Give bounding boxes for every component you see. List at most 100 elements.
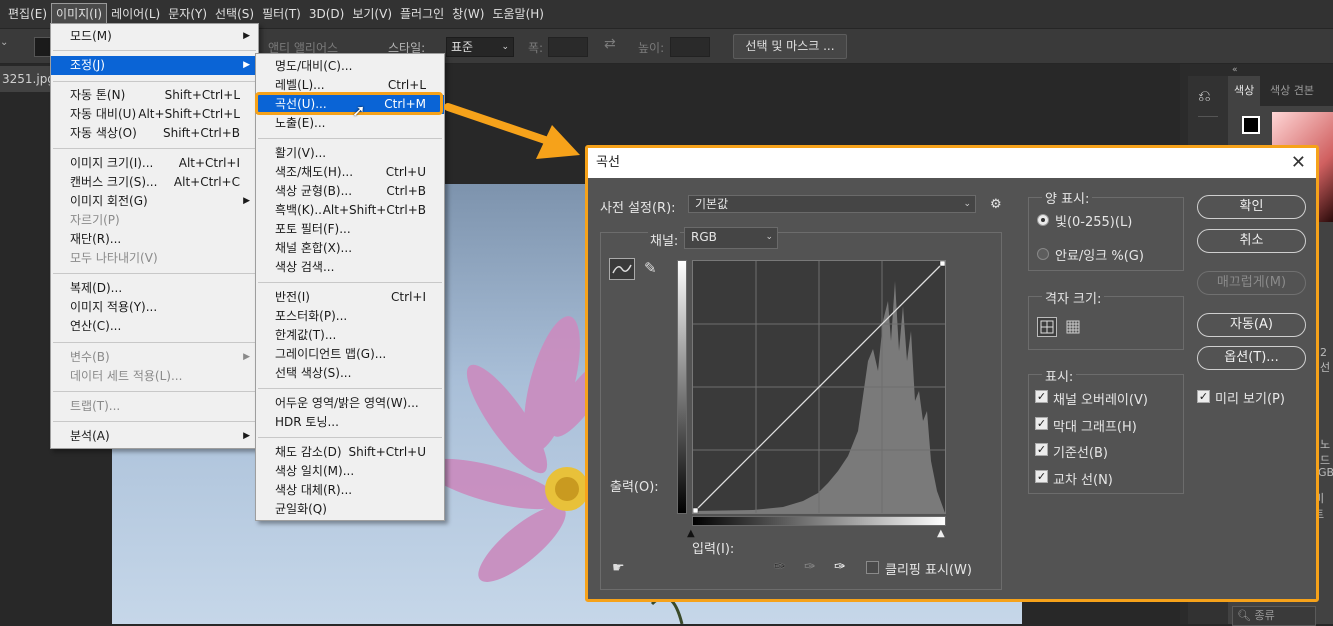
menu-item-adjustments[interactable]: 조정(J) ▶ bbox=[51, 56, 258, 75]
history-icon[interactable]: ⎌ bbox=[1198, 86, 1211, 106]
preview-label: 미리 보기(P) bbox=[1215, 392, 1285, 407]
menu-separator bbox=[258, 282, 442, 283]
menu-item-auto-contrast[interactable]: 자동 대비(U) Alt+Shift+Ctrl+L bbox=[51, 105, 258, 124]
preview-checkbox[interactable]: ✓ bbox=[1197, 390, 1210, 403]
menu-separator bbox=[53, 421, 256, 422]
menu-item-auto-tone[interactable]: 자동 톤(N) Shift+Ctrl+L bbox=[51, 86, 258, 105]
hand-adjust-tool-icon[interactable]: ☛ bbox=[612, 560, 625, 576]
menu-help[interactable]: 도움말(H) bbox=[488, 3, 548, 25]
black-eyedropper-icon[interactable]: ✑ bbox=[774, 559, 786, 575]
select-and-mask-button[interactable]: 선택 및 마스크 ... bbox=[733, 34, 847, 59]
options-button[interactable]: 옵션(T)... bbox=[1197, 346, 1306, 370]
curve-graph[interactable] bbox=[692, 260, 946, 514]
menu-select[interactable]: 선택(S) bbox=[211, 3, 258, 25]
menu-item-shadows-highlights[interactable]: 어두운 영역/밝은 영역(W)... bbox=[256, 394, 444, 413]
grid-detailed-icon[interactable] bbox=[1064, 318, 1082, 336]
close-icon[interactable]: ✕ bbox=[1291, 148, 1306, 178]
intersection-label: 교차 선(N) bbox=[1053, 473, 1113, 488]
input-label: 입력(I): bbox=[692, 542, 735, 557]
layer-search-input[interactable]: 🔍︎ 종류 bbox=[1232, 606, 1316, 626]
menu-plugins[interactable]: 플러그인 bbox=[396, 3, 448, 25]
menu-item-image-size[interactable]: 이미지 크기(I)... Alt+Ctrl+I bbox=[51, 154, 258, 173]
cancel-button[interactable]: 취소 bbox=[1197, 229, 1306, 253]
side-fragment: 노드 bbox=[1320, 438, 1331, 467]
collapse-chevron-icon[interactable]: « bbox=[1228, 64, 1333, 76]
curve-point-tool-icon[interactable] bbox=[609, 258, 635, 280]
menu-item-calculations[interactable]: 연산(C)... bbox=[51, 317, 258, 336]
show-group-label: 표시: bbox=[1042, 366, 1077, 385]
menu-item-replace-color[interactable]: 색상 대체(R)... bbox=[256, 481, 444, 500]
channel-select[interactable]: RGB ⌄ bbox=[684, 227, 778, 249]
auto-button[interactable]: 자동(A) bbox=[1197, 313, 1306, 337]
menu-item-color-lookup[interactable]: 색상 검색... bbox=[256, 258, 444, 277]
menu-item-channel-mixer[interactable]: 채널 혼합(X)... bbox=[256, 239, 444, 258]
radio-pigment[interactable] bbox=[1037, 248, 1049, 260]
side-fragment: 2 선 bbox=[1320, 346, 1331, 374]
tab-color[interactable]: 색상 bbox=[1228, 76, 1261, 106]
menu-filter[interactable]: 필터(T) bbox=[258, 3, 305, 25]
menu-separator bbox=[53, 273, 256, 274]
menu-item-crop: 자르기(P) bbox=[70, 213, 120, 227]
menu-type[interactable]: 문자(Y) bbox=[164, 3, 211, 25]
grid-simple-icon[interactable] bbox=[1037, 317, 1057, 337]
strip-divider bbox=[1198, 116, 1218, 117]
menu-item-canvas-size[interactable]: 캔버스 크기(S)... Alt+Ctrl+C bbox=[51, 173, 258, 192]
menu-item-hue-saturation[interactable]: 색조/채도(H)... Ctrl+U bbox=[256, 163, 444, 182]
menu-view[interactable]: 보기(V) bbox=[348, 3, 396, 25]
menu-item-brightness-contrast[interactable]: 명도/대비(C)... bbox=[256, 57, 444, 76]
preset-options-gear-icon[interactable]: ⚙ bbox=[990, 197, 1002, 212]
menu-item-gradient-map[interactable]: 그레이디언트 맵(G)... bbox=[256, 345, 444, 364]
foreground-color[interactable] bbox=[1242, 116, 1260, 134]
channel-overlay-checkbox[interactable]: ✓ bbox=[1035, 390, 1048, 403]
menu-item-hdr-toning[interactable]: HDR 토닝... bbox=[256, 413, 444, 432]
menu-item-desaturate[interactable]: 채도 감소(D) Shift+Ctrl+U bbox=[256, 443, 444, 462]
menu-item-color-balance[interactable]: 색상 균형(B)... Ctrl+B bbox=[256, 182, 444, 201]
white-eyedropper-icon[interactable]: ✑ bbox=[834, 559, 846, 575]
menu-item-trim[interactable]: 재단(R)... bbox=[51, 230, 258, 249]
menu-3d[interactable]: 3D(D) bbox=[305, 3, 348, 25]
menu-item-equalize[interactable]: 균일화(Q) bbox=[256, 500, 444, 519]
radio-light[interactable] bbox=[1037, 214, 1049, 226]
menu-item-image-rotation[interactable]: 이미지 회전(G) ▶ bbox=[51, 192, 258, 211]
menu-edit[interactable]: 편집(E) bbox=[4, 3, 51, 25]
menu-item-threshold[interactable]: 한계값(T)... bbox=[256, 326, 444, 345]
ok-button[interactable]: 확인 bbox=[1197, 195, 1306, 219]
menu-item-mode[interactable]: 모드(M) ▶ bbox=[51, 27, 258, 46]
curve-graph-svg bbox=[692, 260, 946, 514]
clipping-checkbox[interactable] bbox=[866, 561, 879, 574]
tool-chevron-icon[interactable]: ⌄ bbox=[0, 37, 8, 48]
gray-eyedropper-icon[interactable]: ✑ bbox=[804, 559, 816, 575]
menu-item-photo-filter[interactable]: 포토 필터(F)... bbox=[256, 220, 444, 239]
intersection-checkbox[interactable]: ✓ bbox=[1035, 470, 1048, 483]
menu-layer[interactable]: 레이어(L) bbox=[107, 3, 164, 25]
menu-item-black-white[interactable]: 흑백(K)... Alt+Shift+Ctrl+B bbox=[256, 201, 444, 220]
height-field[interactable] bbox=[670, 37, 710, 57]
menu-item-match-color[interactable]: 색상 일치(M)... bbox=[256, 462, 444, 481]
output-gradient-bar bbox=[677, 260, 687, 514]
width-field[interactable] bbox=[548, 37, 588, 57]
histogram-checkbox[interactable]: ✓ bbox=[1035, 417, 1048, 430]
white-point-slider[interactable]: ▲ bbox=[937, 528, 945, 539]
baseline-checkbox[interactable]: ✓ bbox=[1035, 443, 1048, 456]
menu-item-selective-color[interactable]: 선택 색상(S)... bbox=[256, 364, 444, 383]
menu-item-posterize[interactable]: 포스터화(P)... bbox=[256, 307, 444, 326]
menu-item-duplicate[interactable]: 복제(D)... bbox=[51, 279, 258, 298]
height-label: 높이: bbox=[638, 41, 665, 55]
menu-item-invert[interactable]: 반전(I) Ctrl+I bbox=[256, 288, 444, 307]
swap-icon[interactable]: ⇄ bbox=[604, 36, 616, 52]
preset-select[interactable]: 기본값 ⌄ bbox=[688, 195, 976, 213]
menu-separator bbox=[53, 391, 256, 392]
menu-image[interactable]: 이미지(I) bbox=[51, 3, 108, 25]
pencil-icon[interactable]: ✎ bbox=[644, 259, 657, 277]
preset-label: 사전 설정(R): bbox=[600, 201, 676, 216]
menu-item-auto-color[interactable]: 자동 색상(O) Shift+Ctrl+B bbox=[51, 124, 258, 143]
submenu-arrow-icon: ▶ bbox=[243, 431, 250, 441]
menu-window[interactable]: 창(W) bbox=[448, 3, 488, 25]
style-select[interactable]: 표준 ⌄ bbox=[446, 37, 514, 57]
tab-swatches[interactable]: 색상 견본 bbox=[1270, 76, 1314, 106]
menu-item-vibrance[interactable]: 활기(V)... bbox=[256, 144, 444, 163]
menu-item-exposure[interactable]: 노출(E)... bbox=[256, 114, 444, 133]
menu-item-apply-image[interactable]: 이미지 적용(Y)... bbox=[51, 298, 258, 317]
menu-item-analysis[interactable]: 분석(A) ▶ bbox=[51, 427, 258, 446]
curves-dialog: 곡선 ✕ 사전 설정(R): 기본값 ⌄ ⚙ 채널: RGB ⌄ ✎ ▲ ▲ 출력(… bbox=[585, 145, 1319, 602]
